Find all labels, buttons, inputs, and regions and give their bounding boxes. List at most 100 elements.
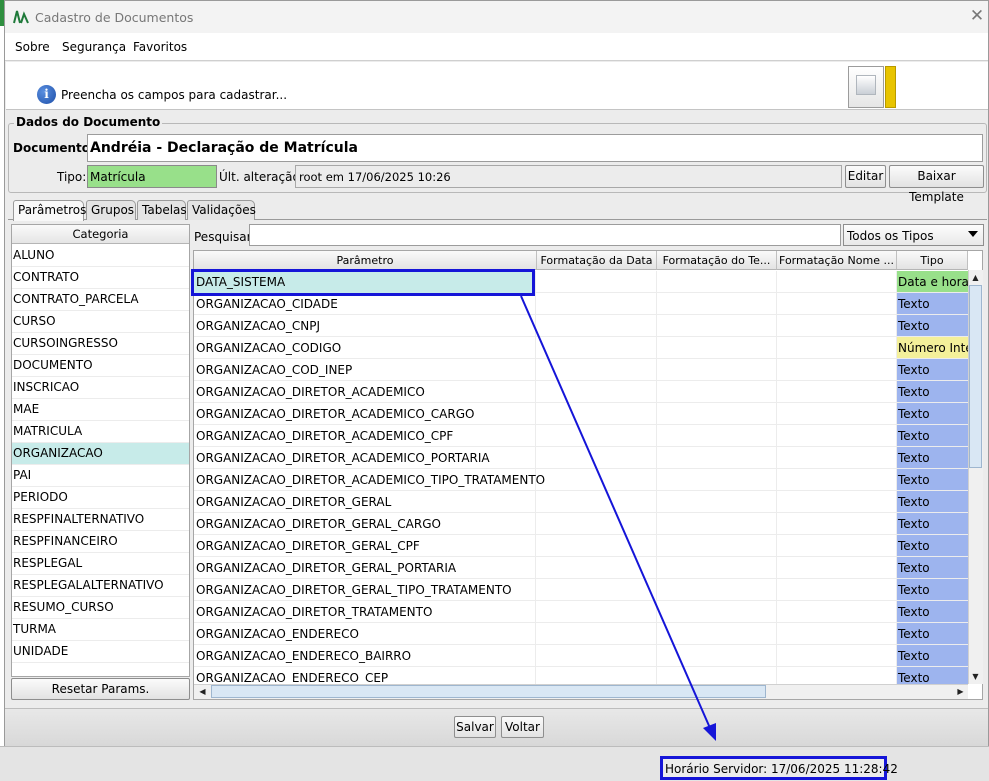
table-row[interactable]: ORGANIZACAO_ENDERECO_BAIRRO Texto — [194, 645, 968, 667]
name-format-cell[interactable] — [777, 381, 897, 403]
name-format-cell[interactable] — [777, 645, 897, 667]
table-row[interactable]: ORGANIZACAO_COD_INEP Texto — [194, 359, 968, 381]
text-format-cell[interactable] — [657, 645, 777, 667]
back-button[interactable]: Voltar — [501, 716, 544, 738]
date-format-cell[interactable] — [537, 271, 657, 293]
parameter-cell[interactable]: ORGANIZACAO_CNPJ — [194, 315, 536, 337]
column-header-formatacao-nome[interactable]: Formatação Nome ... — [777, 251, 897, 270]
parameter-cell[interactable]: ORGANIZACAO_DIRETOR_ACADEMICO_CPF — [194, 425, 536, 447]
text-format-cell[interactable] — [657, 623, 777, 645]
column-header-formatacao-texto[interactable]: Formatação do Te... — [657, 251, 777, 270]
parameter-cell[interactable]: ORGANIZACAO_DIRETOR_GERAL — [194, 491, 536, 513]
date-format-cell[interactable] — [537, 601, 657, 623]
parameter-cell[interactable]: ORGANIZACAO_DIRETOR_ACADEMICO_TIPO_TRATA… — [194, 469, 545, 491]
type-cell[interactable]: Data e hora — [897, 271, 968, 292]
date-format-cell[interactable] — [537, 557, 657, 579]
text-format-cell[interactable] — [657, 535, 777, 557]
name-format-cell[interactable] — [777, 425, 897, 447]
category-item[interactable]: ALUNO — [12, 245, 189, 267]
type-cell[interactable]: Número Inteiro — [897, 337, 968, 358]
type-cell[interactable]: Texto — [897, 381, 968, 402]
date-format-cell[interactable] — [537, 403, 657, 425]
save-button[interactable]: Salvar — [454, 716, 496, 738]
type-cell[interactable]: Texto — [897, 535, 968, 556]
category-item[interactable]: PAI — [12, 465, 189, 487]
tipo-field[interactable]: Matrícula — [87, 165, 217, 188]
category-item[interactable]: CONTRATO_PARCELA — [12, 289, 189, 311]
table-row[interactable]: ORGANIZACAO_CODIGO Número Inteiro — [194, 337, 968, 359]
table-row[interactable]: ORGANIZACAO_DIRETOR_ACADEMICO_TIPO_TRATA… — [194, 469, 968, 491]
text-format-cell[interactable] — [657, 403, 777, 425]
scroll-left-icon[interactable]: ◀ — [195, 684, 210, 699]
table-row[interactable]: ORGANIZACAO_DIRETOR_GERAL_PORTARIA Texto — [194, 557, 968, 579]
date-format-cell[interactable] — [537, 315, 657, 337]
name-format-cell[interactable] — [777, 447, 897, 469]
text-format-cell[interactable] — [657, 491, 777, 513]
table-row[interactable]: ORGANIZACAO_DIRETOR_TRATAMENTO Texto — [194, 601, 968, 623]
name-format-cell[interactable] — [777, 315, 897, 337]
horizontal-scroll-thumb[interactable] — [211, 685, 766, 698]
name-format-cell[interactable] — [777, 337, 897, 359]
date-format-cell[interactable] — [537, 513, 657, 535]
category-item[interactable]: PERIODO — [12, 487, 189, 509]
name-format-cell[interactable] — [777, 491, 897, 513]
date-format-cell[interactable] — [537, 381, 657, 403]
table-row[interactable]: ORGANIZACAO_DIRETOR_ACADEMICO_CARGO Texto — [194, 403, 968, 425]
type-cell[interactable]: Texto — [897, 491, 968, 512]
scroll-up-icon[interactable]: ▲ — [968, 270, 983, 285]
name-format-cell[interactable] — [777, 601, 897, 623]
tab-validacoes[interactable]: Validações — [187, 200, 256, 220]
date-format-cell[interactable] — [537, 491, 657, 513]
parameter-cell[interactable]: ORGANIZACAO_DIRETOR_ACADEMICO_PORTARIA — [194, 447, 536, 469]
text-format-cell[interactable] — [657, 557, 777, 579]
type-cell[interactable]: Texto — [897, 579, 968, 600]
text-format-cell[interactable] — [657, 315, 777, 337]
category-item[interactable]: ORGANIZACAO — [12, 443, 189, 465]
document-name-field[interactable]: Andréia - Declaração de Matrícula — [87, 134, 983, 162]
category-item[interactable]: RESPLEGAL — [12, 553, 189, 575]
type-cell[interactable]: Texto — [897, 447, 968, 468]
column-header-formatacao-data[interactable]: Formatação da Data — [537, 251, 657, 270]
date-format-cell[interactable] — [537, 469, 657, 491]
scroll-right-icon[interactable]: ▶ — [953, 684, 968, 699]
parameter-cell[interactable]: ORGANIZACAO_ENDERECO_BAIRRO — [194, 645, 536, 667]
date-format-cell[interactable] — [537, 535, 657, 557]
type-filter-select[interactable]: Todos os Tipos — [843, 224, 984, 246]
category-item[interactable]: TURMA — [12, 619, 189, 641]
text-format-cell[interactable] — [657, 381, 777, 403]
text-format-cell[interactable] — [657, 469, 777, 491]
text-format-cell[interactable] — [657, 579, 777, 601]
parameter-cell[interactable]: ORGANIZACAO_COD_INEP — [194, 359, 536, 381]
tab-grupos[interactable]: Grupos — [86, 200, 136, 220]
text-format-cell[interactable] — [657, 513, 777, 535]
column-header-tipo[interactable]: Tipo — [897, 251, 968, 270]
date-format-cell[interactable] — [537, 425, 657, 447]
table-row[interactable]: ORGANIZACAO_DIRETOR_ACADEMICO_CPF Texto — [194, 425, 968, 447]
tab-parametros[interactable]: Parâmetros — [13, 200, 86, 221]
category-item[interactable]: CONTRATO — [12, 267, 189, 289]
category-item[interactable]: CURSOINGRESSO — [12, 333, 189, 355]
text-format-cell[interactable] — [657, 271, 777, 293]
table-row[interactable]: ORGANIZACAO_ENDERECO Texto — [194, 623, 968, 645]
close-icon[interactable]: ✕ — [968, 6, 986, 26]
table-row[interactable]: ORGANIZACAO_DIRETOR_GERAL_TIPO_TRATAMENT… — [194, 579, 968, 601]
name-format-cell[interactable] — [777, 293, 897, 315]
name-format-cell[interactable] — [777, 513, 897, 535]
name-format-cell[interactable] — [777, 579, 897, 601]
parameter-cell[interactable]: ORGANIZACAO_ENDERECO — [194, 623, 536, 645]
type-cell[interactable]: Texto — [897, 315, 968, 336]
download-template-button[interactable]: Baixar Template — [889, 165, 984, 204]
edit-button[interactable]: Editar — [845, 165, 886, 188]
category-item[interactable]: UNIDADE — [12, 641, 189, 663]
menu-seguranca[interactable]: Segurança — [62, 40, 126, 54]
text-format-cell[interactable] — [657, 337, 777, 359]
column-header-parametro[interactable]: Parâmetro — [194, 251, 537, 270]
category-item[interactable]: CURSO — [12, 311, 189, 333]
text-format-cell[interactable] — [657, 425, 777, 447]
table-row[interactable]: ORGANIZACAO_CIDADE Texto — [194, 293, 968, 315]
type-cell[interactable]: Texto — [897, 623, 968, 644]
name-format-cell[interactable] — [777, 469, 897, 491]
type-cell[interactable]: Texto — [897, 469, 968, 490]
parameter-cell[interactable]: ORGANIZACAO_DIRETOR_GERAL_TIPO_TRATAMENT… — [194, 579, 536, 601]
parameter-cell[interactable]: ORGANIZACAO_DIRETOR_ACADEMICO — [194, 381, 536, 403]
